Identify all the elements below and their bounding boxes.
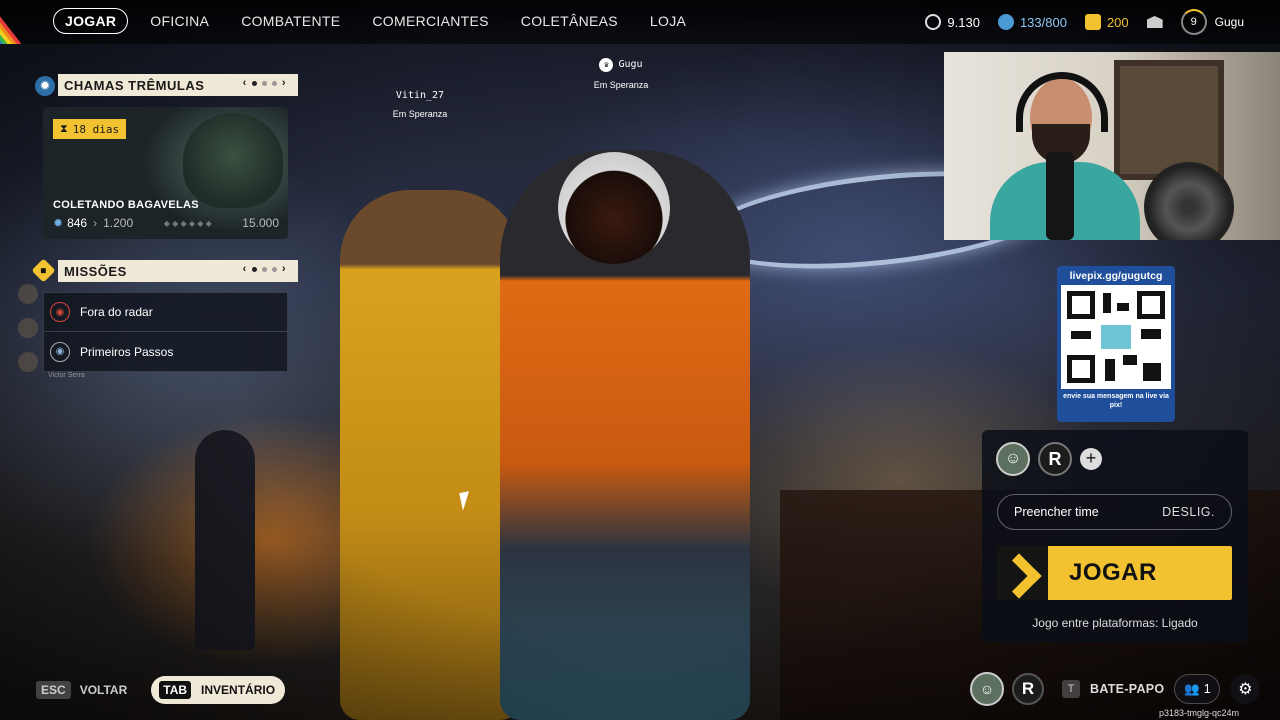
nav-coletaneas[interactable]: COLETÂNEAS (505, 8, 634, 34)
mission-icon: ◉ (50, 302, 70, 322)
tab-key-hint: TAB (159, 681, 192, 699)
inventory-button[interactable]: TAB INVENTÁRIO (151, 676, 286, 704)
gear-icon: ✹ (53, 216, 64, 230)
lobby-panel: ☺ R + Preencher time DESLIG. JOGAR Jogo … (982, 430, 1248, 642)
currency-stats: 9.130 133/800 200 9 Gugu (907, 0, 1280, 44)
chat-key-hint: T (1062, 680, 1080, 698)
progress-current: 846 (67, 216, 88, 230)
faint-player-name: Victor Serra (48, 372, 85, 379)
token-icon (997, 14, 1014, 30)
top-bar: JOGAR OFICINA COMBATENTE COMERCIANTES CO… (0, 0, 1280, 44)
crossplay-status: Jogo entre plataformas: Ligado (1032, 616, 1198, 630)
username: Gugu (1214, 15, 1244, 29)
gold-icon (1084, 14, 1101, 30)
friends-button[interactable]: 👥 1 (1174, 674, 1221, 704)
avatar[interactable]: ☺ (970, 672, 1004, 706)
party-logo-icon[interactable]: R (1012, 673, 1044, 705)
mail-icon (1146, 16, 1163, 28)
nav-oficina[interactable]: OFICINA (134, 8, 225, 34)
chat-button[interactable]: BATE-PAPO (1090, 682, 1164, 696)
bottom-left-actions: ESC VOLTAR TAB INVENTÁRIO (36, 676, 286, 704)
qr-caption: envie sua mensagem na live via pix! (1063, 393, 1169, 409)
back-button[interactable]: VOLTAR (80, 683, 128, 697)
party-logo-icon[interactable]: R (1038, 442, 1072, 476)
progress-max: 15.000 (242, 216, 279, 230)
side-avatars (18, 284, 40, 386)
missions-list: ◉ Fora do radar ◉ Primeiros Passos (43, 292, 288, 372)
settings-icon: ⚙ (1238, 681, 1253, 698)
fill-team-toggle[interactable]: Preencher time DESLIG. (997, 494, 1232, 530)
missions-title: MISSÕES (64, 263, 127, 279)
qr-code (1061, 285, 1171, 389)
nav-comerciantes[interactable]: COMERCIANTES (356, 8, 504, 34)
days-left-badge: ⧗ 18 dias (53, 119, 127, 139)
currency-gold: 200 (1084, 14, 1129, 30)
party-avatars: ☺ R + (996, 442, 1102, 476)
qr-url: livepix.gg/gugutcg (1069, 270, 1163, 282)
webcam-overlay (944, 52, 1280, 240)
missions-panel-header[interactable]: MISSÕES ‹ › (58, 260, 298, 282)
bottom-right-actions: ☺ R T BATE-PAPO 👥 1 ⚙ (970, 672, 1261, 706)
player-profile[interactable]: 9 Gugu (1180, 9, 1244, 35)
gear-icon: ✹ (35, 76, 55, 96)
event-image-tree (183, 113, 283, 208)
play-arrow-icon (997, 546, 1048, 600)
event-pager[interactable]: ‹ › (243, 77, 286, 89)
coin-icon (925, 14, 942, 30)
currency-coins: 9.130 (925, 14, 980, 30)
main-nav: JOGAR OFICINA COMBATENTE COMERCIANTES CO… (53, 8, 702, 34)
event-card-title: COLETANDO BAGAVELAS (53, 199, 199, 211)
missions-pager[interactable]: ‹ › (243, 263, 286, 275)
add-player-button[interactable]: + (1080, 448, 1102, 470)
session-id: p3183-tmglg-qc24m (1159, 708, 1240, 718)
event-card[interactable]: ⧗ 18 dias COLETANDO BAGAVELAS ✹ 846 › 1.… (43, 107, 288, 239)
event-title: CHAMAS TRÊMULAS (64, 77, 205, 93)
mission-icon: ◉ (50, 341, 70, 362)
player-tag-vitin: Vitin_27 Em Speranza (392, 90, 448, 119)
level-badge: 9 (1180, 9, 1207, 35)
livepix-qr: livepix.gg/gugutcg envie sua mensagem na… (1057, 266, 1175, 422)
currency-tokens: 133/800 (997, 14, 1067, 30)
mission-item[interactable]: ◉ Primeiros Passos (43, 332, 288, 372)
progress-next: 1.200 (103, 216, 134, 230)
nav-jogar[interactable]: JOGAR (53, 8, 129, 34)
event-panel-header[interactable]: CHAMAS TRÊMULAS ‹ › (58, 74, 298, 96)
settings-button[interactable]: ⚙ (1230, 674, 1261, 704)
event-progress: ✹ 846 › 1.200 ◆ ◆ ◆ ◆ ◆ ◆ 15.000 (53, 216, 279, 230)
avatar[interactable]: ☺ (996, 442, 1030, 476)
nav-loja[interactable]: LOJA (634, 8, 702, 34)
chevron-right-icon: › (93, 216, 98, 230)
mission-item[interactable]: ◉ Fora do radar (43, 292, 288, 332)
play-button[interactable]: JOGAR (997, 546, 1232, 600)
mail-button[interactable] (1146, 16, 1163, 28)
esc-key-hint: ESC (36, 681, 71, 699)
crown-icon: ♛ (599, 58, 614, 72)
hourglass-icon: ⧗ (60, 122, 68, 135)
rainbow-logo (0, 0, 46, 44)
player-tag-gugu: ♛ Gugu Em Speranza (593, 58, 649, 90)
nav-combatente[interactable]: COMBATENTE (225, 8, 356, 34)
friends-icon: 👥 (1184, 681, 1200, 696)
